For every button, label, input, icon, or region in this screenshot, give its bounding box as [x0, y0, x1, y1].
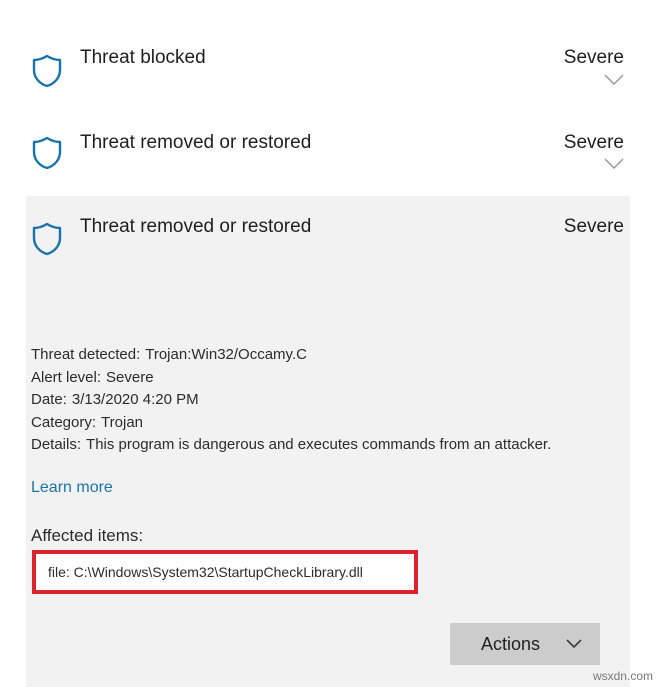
threat-severity: Severe	[563, 132, 624, 153]
threat-item-1[interactable]: Threat blocked Severe	[26, 40, 630, 118]
detail-label: Category:	[31, 413, 97, 431]
detail-label: Details:	[31, 436, 82, 453]
shield-icon	[32, 54, 62, 88]
threat-details: Threat detected: Trojan:Win32/Occamy.C Al…	[31, 344, 551, 457]
threat-item-2[interactable]: Threat removed or restored Severe	[26, 124, 630, 194]
threat-title: Threat blocked	[80, 47, 206, 68]
actions-button[interactable]: Actions	[450, 623, 600, 665]
affected-file-path: file: C:\Windows\System32\StartupCheckLi…	[48, 564, 363, 580]
threat-severity: Severe	[563, 216, 624, 237]
threat-severity: Severe	[563, 47, 624, 68]
detail-threat-detected: Threat detected: Trojan:Win32/Occamy.C	[31, 344, 551, 367]
chevron-down-icon[interactable]	[604, 74, 624, 86]
detail-value: Trojan	[101, 413, 144, 431]
detail-label: Alert level:	[31, 368, 102, 386]
affected-items-label: Affected items:	[31, 526, 144, 545]
threat-title: Threat removed or restored	[80, 132, 312, 153]
detail-date: Date: 3/13/2020 4:20 PM	[31, 389, 551, 412]
chevron-down-icon[interactable]	[604, 158, 624, 170]
threat-title: Threat removed or restored	[80, 216, 312, 237]
chevron-down-icon	[566, 639, 582, 649]
detail-value: Severe	[106, 368, 154, 386]
detail-category: Category: Trojan	[31, 412, 551, 435]
threat-item-3-expanded[interactable]: Threat removed or restored Severe Threat…	[26, 196, 630, 687]
affected-file-highlight: file: C:\Windows\System32\StartupCheckLi…	[32, 550, 418, 594]
learn-more-link[interactable]: Learn more	[31, 479, 113, 497]
watermark: wsxdn.com	[592, 669, 653, 683]
detail-label: Date:	[31, 391, 67, 408]
chevron-down-icon[interactable]	[596, 0, 616, 4]
shield-icon	[32, 136, 62, 170]
detail-description: Details: This program is dangerous and ex…	[31, 434, 551, 457]
detail-value: This program is dangerous and executes c…	[86, 436, 552, 453]
shield-icon	[32, 222, 62, 256]
detail-label: Threat detected:	[31, 346, 141, 363]
detail-alert-level: Alert level: Severe	[31, 367, 551, 390]
actions-label: Actions	[481, 633, 541, 654]
detail-value: Trojan:Win32/Occamy.C	[145, 346, 307, 363]
detail-value: 3/13/2020 4:20 PM	[71, 391, 199, 408]
